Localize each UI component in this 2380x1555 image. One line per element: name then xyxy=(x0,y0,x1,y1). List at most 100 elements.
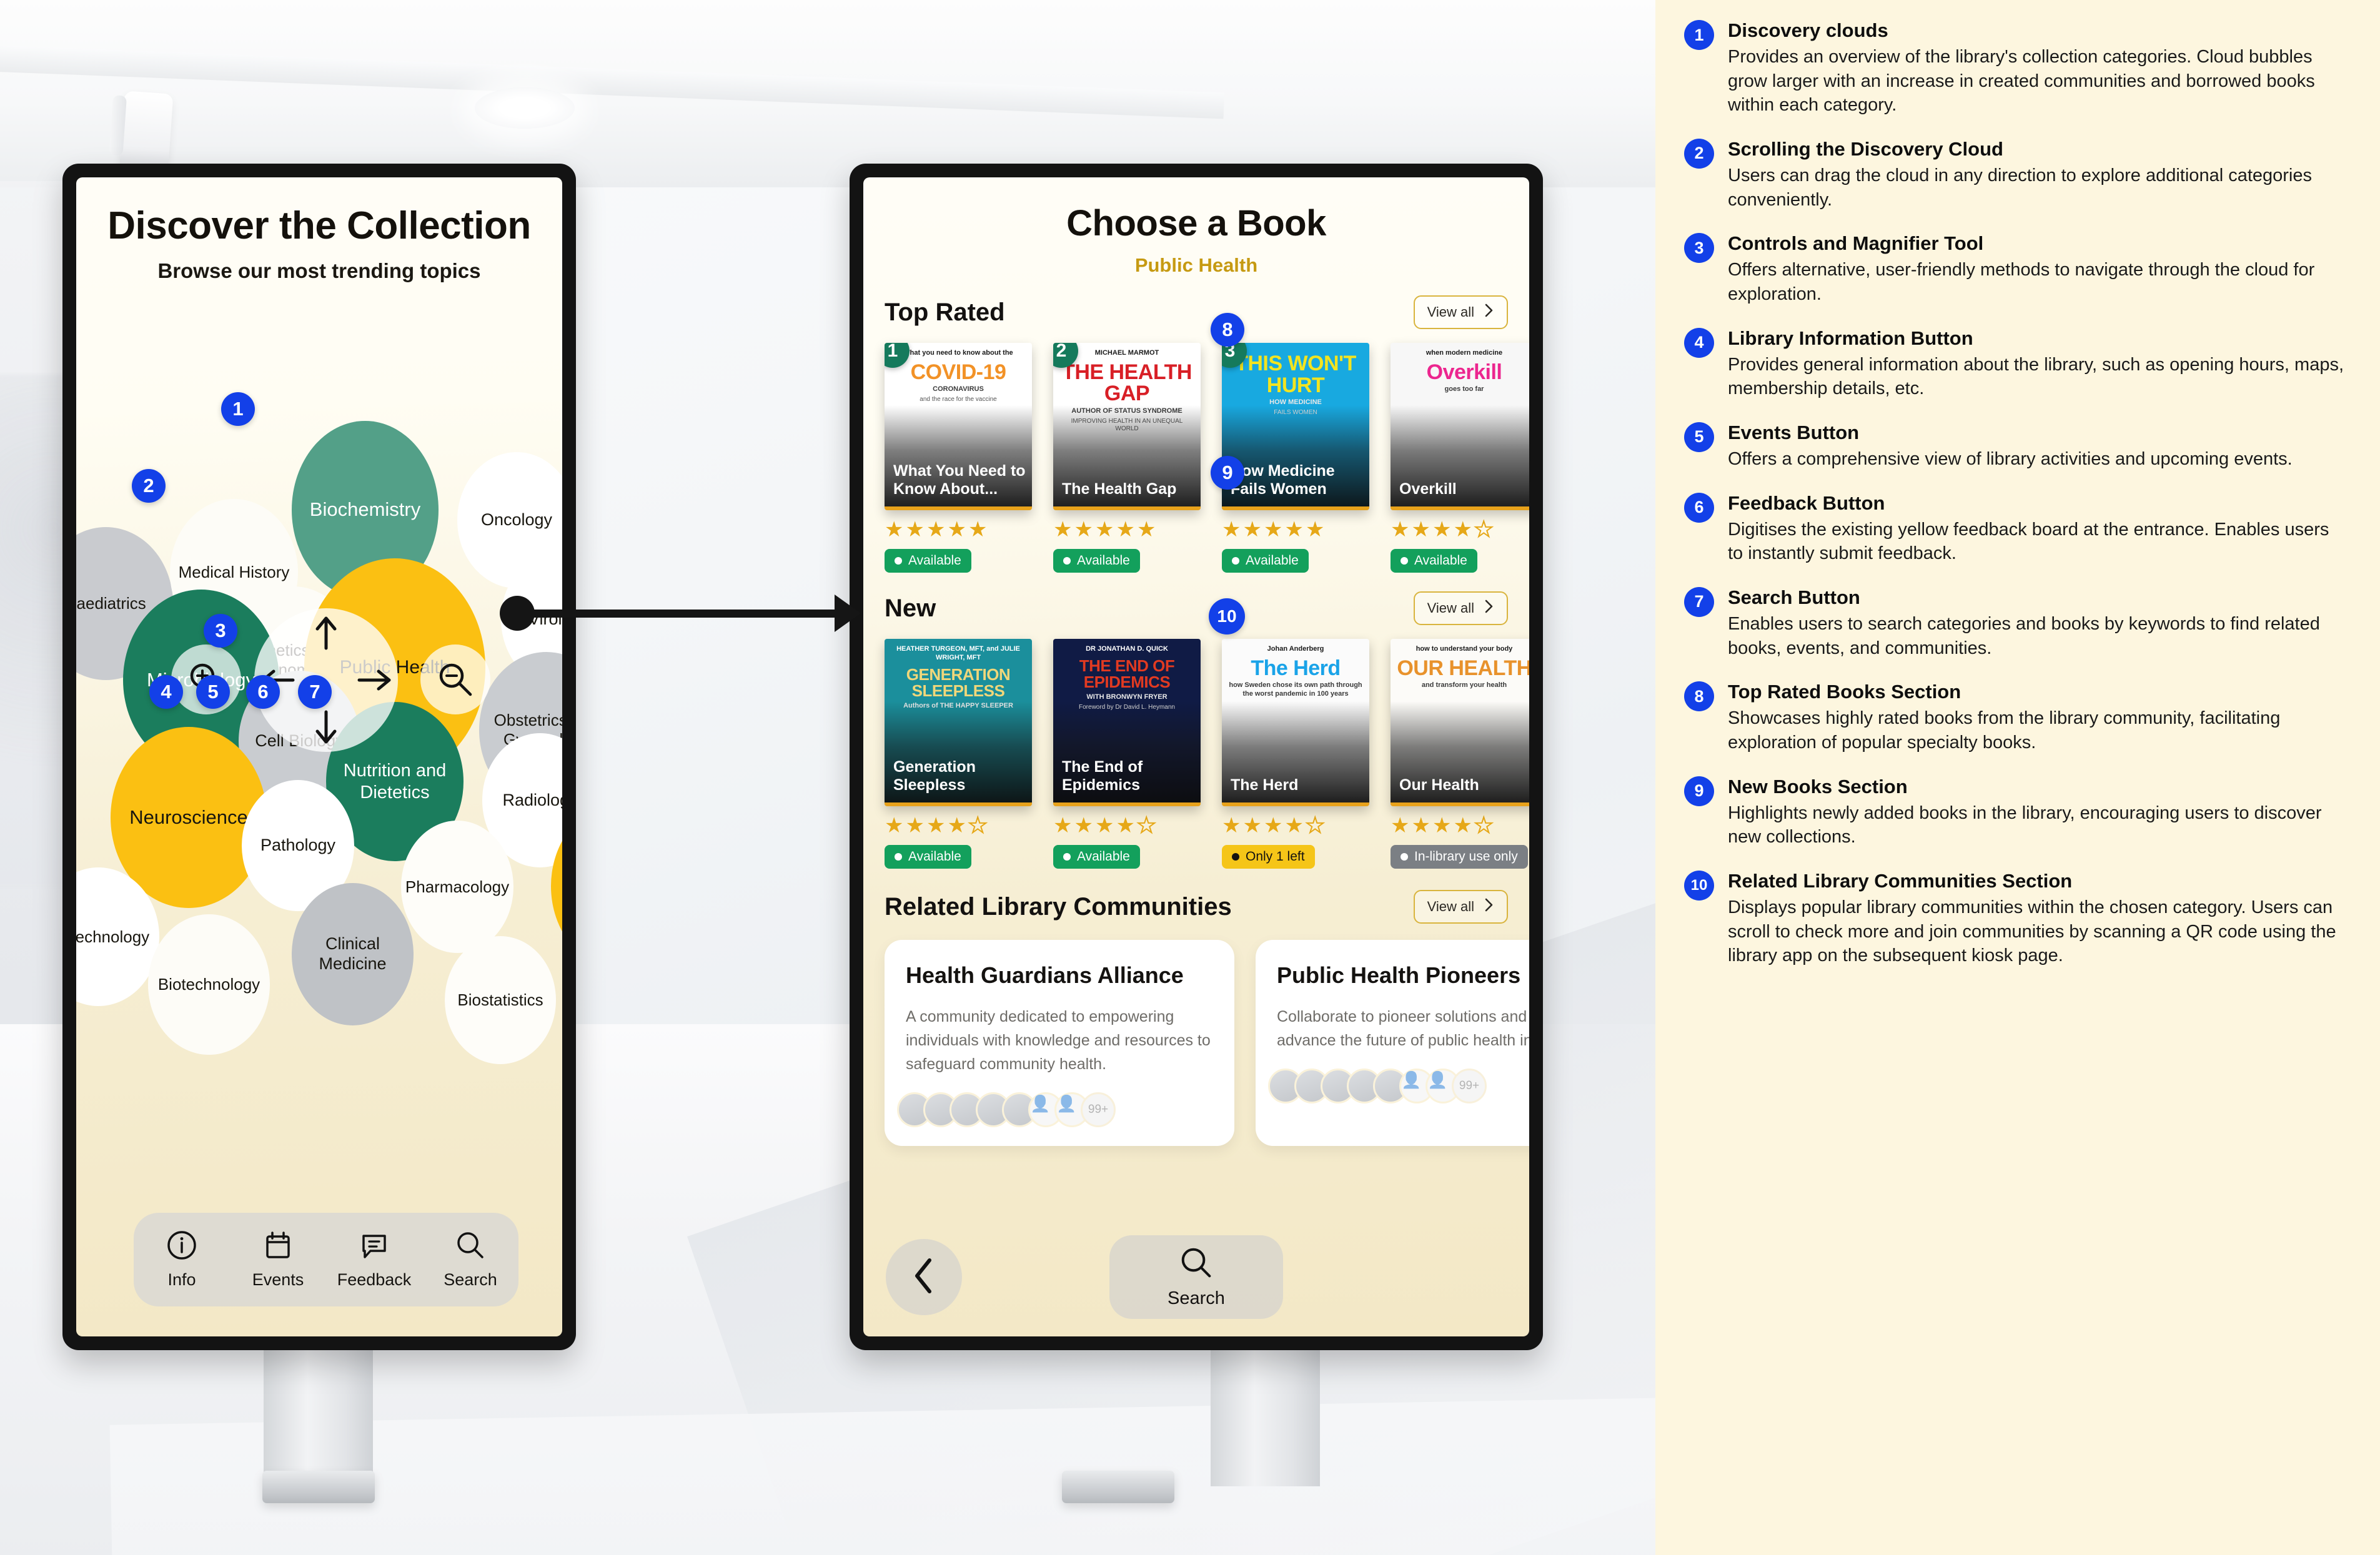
communities-row[interactable]: Health Guardians Alliance A community de… xyxy=(885,940,1529,1146)
search-icon xyxy=(1179,1245,1214,1283)
book-title: How Medicine Fails Women xyxy=(1231,462,1335,498)
book-status-label: In-library use only xyxy=(1414,849,1518,864)
annotation-item: 4 Library Information Button Provides ge… xyxy=(1684,327,2348,401)
category-bubble-label: Neuroscience xyxy=(129,806,248,828)
communities-view-all-button[interactable]: View all xyxy=(1413,890,1508,924)
search-button-label: Search xyxy=(444,1270,497,1289)
cover-main-title: OUR HEALTH xyxy=(1397,656,1529,680)
book-cover[interactable]: Johan Anderberg The Herd how Sweden chos… xyxy=(1222,639,1369,806)
book-status-label: Available xyxy=(1246,553,1299,568)
annotation-description: Digitises the existing yellow feedback b… xyxy=(1728,519,2329,564)
status-dot-icon xyxy=(895,853,902,861)
callout-badge-8: 8 xyxy=(1211,313,1244,347)
avatar-overflow-count: 99+ xyxy=(1452,1069,1487,1103)
cover-main-title: COVID-19 xyxy=(910,360,1006,384)
category-bubble-label: Clinical Medicine xyxy=(319,934,387,973)
annotation-number: 2 xyxy=(1684,138,1714,169)
new-book-row[interactable]: HEATHER TURGEON, MFT, and JULIE WRIGHT, … xyxy=(885,639,1529,869)
book-card[interactable]: Johan Anderberg The Herd how Sweden chos… xyxy=(1222,639,1369,869)
pan-right-button[interactable] xyxy=(354,660,394,700)
category-bubble-label: Medical History xyxy=(178,563,290,582)
book-status-badge: In-library use only xyxy=(1391,845,1528,869)
zoom-out-button[interactable] xyxy=(420,644,490,714)
feedback-button[interactable]: Feedback xyxy=(327,1230,421,1290)
book-rating-stars: ★★★★★ xyxy=(885,814,989,837)
connector-line xyxy=(525,610,836,618)
left-kiosk-screen[interactable]: Paediatrics Medical History Biochemistry On… xyxy=(76,177,562,1336)
status-dot-icon xyxy=(1063,557,1071,565)
cover-subtitle-top: Johan Anderberg xyxy=(1267,645,1324,653)
info-button-label: Info xyxy=(167,1270,196,1289)
new-view-all-button[interactable]: View all xyxy=(1413,591,1508,625)
annotation-title: Top Rated Books Section xyxy=(1728,681,1961,703)
comment-lines-icon xyxy=(359,1230,390,1264)
callout-badge-6: 6 xyxy=(246,675,280,709)
status-dot-icon xyxy=(1063,853,1071,861)
annotation-item: 6 Feedback Button Digitises the existing… xyxy=(1684,491,2348,566)
book-rating-stars: ★★★★★ xyxy=(1391,814,1495,837)
bottom-dock[interactable]: Info Events Feedback Search xyxy=(134,1213,518,1306)
category-bubble-label: Radiology xyxy=(502,790,562,809)
book-card[interactable]: 3 THIS WON'T HURT HOW MEDICINE FAILS WOM… xyxy=(1222,343,1369,573)
right-kiosk-screen[interactable]: Choose a Book Public Health Top Rated Vi… xyxy=(863,177,1529,1336)
new-section-title: New xyxy=(885,594,936,622)
pan-up-button[interactable] xyxy=(306,613,346,653)
category-bubble[interactable]: Pharmacology xyxy=(401,821,513,953)
book-cover[interactable]: 3 THIS WON'T HURT HOW MEDICINE FAILS WOM… xyxy=(1222,343,1369,510)
annotation-item: 7 Search Button Enables users to search … xyxy=(1684,586,2348,660)
book-cover[interactable]: 1 What you need to know about the COVID-… xyxy=(885,343,1032,510)
info-button[interactable]: Info xyxy=(135,1230,229,1290)
search-button[interactable]: Search xyxy=(424,1230,517,1290)
category-bubble[interactable]: Biotechnology xyxy=(148,914,270,1055)
events-button[interactable]: Events xyxy=(231,1230,325,1290)
right-monitor-neck xyxy=(1211,1336,1320,1486)
category-bubble[interactable]: Biostatistics xyxy=(445,936,556,1064)
book-cover[interactable]: HEATHER TURGEON, MFT, and JULIE WRIGHT, … xyxy=(885,639,1032,806)
book-card[interactable]: how to understand your body OUR HEALTH a… xyxy=(1391,639,1529,869)
status-dot-icon xyxy=(895,557,902,565)
annotation-number: 6 xyxy=(1684,492,1714,523)
book-status-label: Available xyxy=(1077,849,1130,864)
callout-badge-4: 4 xyxy=(149,675,183,709)
book-status-badge: Available xyxy=(1222,549,1309,573)
category-bubble-label: Pharmacology xyxy=(405,877,510,896)
annotation-description: Displays popular library communities wit… xyxy=(1728,897,2336,966)
book-status-badge: Only 1 left xyxy=(1222,845,1315,869)
top-rated-book-row[interactable]: 1 What you need to know about the COVID-… xyxy=(885,343,1529,573)
pan-down-button[interactable] xyxy=(306,707,346,747)
book-cover[interactable]: how to understand your body OUR HEALTH a… xyxy=(1391,639,1529,806)
page-title: Choose a Book xyxy=(1066,203,1326,244)
community-members: 99+ xyxy=(897,1092,1213,1127)
book-rating-stars: ★★★★★ xyxy=(1222,518,1327,541)
annotation-title: Controls and Magnifier Tool xyxy=(1728,232,1984,255)
search-icon xyxy=(455,1230,486,1264)
book-cover[interactable]: when modern medicine Overkill goes too f… xyxy=(1391,343,1529,510)
floating-search-label: Search xyxy=(1168,1288,1225,1308)
category-bubble[interactable]: Clinical Medicine xyxy=(292,883,414,1025)
cover-main-title: THE END OF EPIDEMICS xyxy=(1079,656,1175,692)
community-members: 99+ xyxy=(1268,1069,1529,1103)
book-cover[interactable]: 2 MICHAEL MARMOT THE HEALTH GAP AUTHOR O… xyxy=(1053,343,1201,510)
view-all-label: View all xyxy=(1427,304,1474,320)
book-card[interactable]: 2 MICHAEL MARMOT THE HEALTH GAP AUTHOR O… xyxy=(1053,343,1201,573)
discovery-cloud[interactable]: Paediatrics Medical History Biochemistry On… xyxy=(76,177,562,1336)
annotation-number: 9 xyxy=(1684,776,1714,806)
annotation-title: Events Button xyxy=(1728,421,1860,443)
cover-subtitle-top: MICHAEL MARMOT xyxy=(1094,349,1159,357)
floating-search-button[interactable]: Search xyxy=(1109,1235,1283,1319)
book-card[interactable]: DR JONATHAN D. QUICK THE END OF EPIDEMIC… xyxy=(1053,639,1201,869)
community-card[interactable]: Public Health Pioneers Collaborate to pi… xyxy=(1256,940,1529,1146)
book-cover[interactable]: DR JONATHAN D. QUICK THE END OF EPIDEMIC… xyxy=(1053,639,1201,806)
callout-badge-9: 9 xyxy=(1211,456,1244,490)
cover-main-title: THE HEALTH GAP xyxy=(1062,360,1192,406)
status-dot-icon xyxy=(1401,557,1408,565)
back-button[interactable] xyxy=(886,1239,962,1315)
community-card[interactable]: Health Guardians Alliance A community de… xyxy=(885,940,1234,1146)
book-title: The Herd xyxy=(1231,776,1299,794)
category-bubble-label: Biochemistry xyxy=(309,498,421,521)
top-rated-view-all-button[interactable]: View all xyxy=(1413,295,1508,329)
book-card[interactable]: when modern medicine Overkill goes too f… xyxy=(1391,343,1529,573)
book-card[interactable]: HEATHER TURGEON, MFT, and JULIE WRIGHT, … xyxy=(885,639,1032,869)
book-card[interactable]: 1 What you need to know about the COVID-… xyxy=(885,343,1032,573)
annotation-item: 3 Controls and Magnifier Tool Offers alt… xyxy=(1684,232,2348,306)
